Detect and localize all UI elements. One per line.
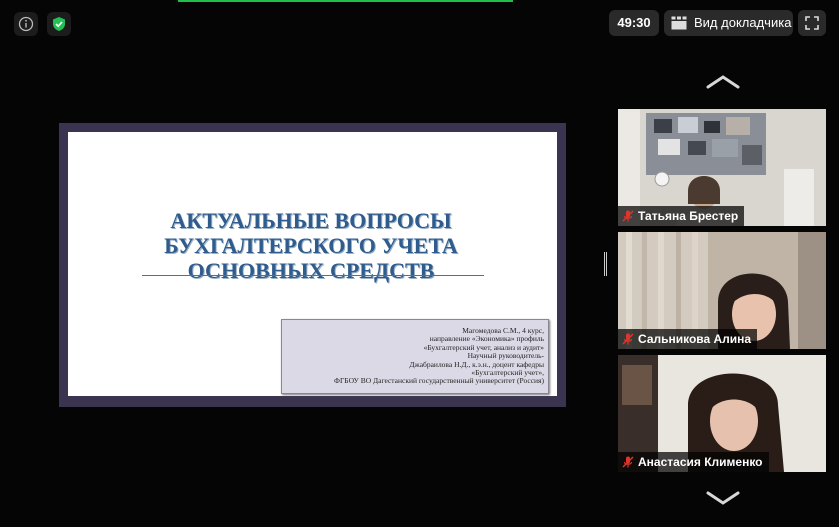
- shield-check-icon: [53, 17, 65, 31]
- view-mode-button[interactable]: Вид докладчика: [664, 10, 793, 36]
- author-info-line: ФГБОУ ВО Дагестанский государственный ун…: [334, 376, 544, 386]
- slide-title-line: ОСНОВНЫХ СРЕДСТВ: [187, 258, 435, 283]
- view-mode-label: Вид докладчика: [694, 15, 792, 30]
- panel-resize-handle[interactable]: [604, 252, 607, 276]
- speaker-view-icon: [671, 16, 687, 30]
- participant-name-tag: Сальникова Алина: [618, 329, 758, 349]
- chevron-down-icon[interactable]: [706, 490, 740, 506]
- slide-title-line: АКТУАЛЬНЫЕ ВОПРОСЫ: [170, 208, 452, 233]
- meeting-info-button[interactable]: [14, 12, 38, 36]
- chevron-up-icon[interactable]: [706, 74, 740, 90]
- shared-screen: АКТУАЛЬНЫЕ ВОПРОСЫ БУХГАЛТЕРСКОГО УЧЕТА …: [59, 123, 566, 407]
- title-underline: [142, 275, 484, 276]
- top-progress-bar: [178, 0, 513, 2]
- slide-title-line: БУХГАЛТЕРСКОГО УЧЕТА: [164, 233, 458, 258]
- author-info-box: Магомедова С.М., 4 курс, направление «Эк…: [281, 319, 549, 394]
- participant-tile[interactable]: Татьяна Брестер: [618, 109, 826, 226]
- participant-name-tag: Анастасия Клименко: [618, 452, 769, 472]
- mic-muted-icon: [622, 333, 634, 345]
- participant-name: Татьяна Брестер: [638, 209, 739, 223]
- slide-title: АКТУАЛЬНЫЕ ВОПРОСЫ БУХГАЛТЕРСКОГО УЧЕТА …: [128, 208, 494, 283]
- presentation-slide: АКТУАЛЬНЫЕ ВОПРОСЫ БУХГАЛТЕРСКОГО УЧЕТА …: [68, 132, 557, 396]
- mic-muted-icon: [622, 456, 634, 468]
- participant-name-tag: Татьяна Брестер: [618, 206, 745, 226]
- fullscreen-icon: [805, 16, 819, 30]
- encryption-button[interactable]: [47, 12, 71, 36]
- meeting-timer: 49:30: [609, 10, 659, 36]
- info-icon: [18, 16, 34, 32]
- mic-muted-icon: [622, 210, 634, 222]
- participant-tile[interactable]: Анастасия Клименко: [618, 355, 826, 472]
- fullscreen-button[interactable]: [798, 10, 826, 36]
- participant-name: Сальникова Алина: [638, 332, 752, 346]
- participant-tile[interactable]: Сальникова Алина: [618, 232, 826, 349]
- participant-name: Анастасия Клименко: [638, 455, 763, 469]
